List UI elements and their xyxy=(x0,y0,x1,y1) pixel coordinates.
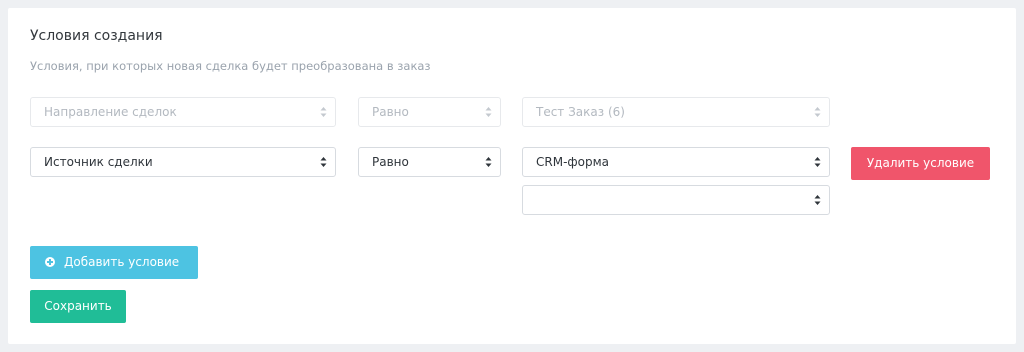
add-condition-label: Добавить условие xyxy=(64,255,180,269)
section-title: Условия создания xyxy=(30,28,163,44)
select-value: Равно xyxy=(372,155,409,169)
sort-arrows-icon xyxy=(814,156,821,168)
sort-arrows-icon xyxy=(814,194,821,206)
delete-condition-button[interactable]: Удалить условие xyxy=(851,147,990,180)
sort-arrows-icon xyxy=(814,106,821,118)
add-condition-button[interactable]: Добавить условие xyxy=(30,246,198,279)
condition-2-field-select[interactable]: Источник сделки xyxy=(30,147,336,177)
select-value: Равно xyxy=(372,105,409,119)
select-value: Направление сделок xyxy=(44,105,177,119)
condition-1-field-select: Направление сделок xyxy=(30,97,336,127)
condition-2-extra-value-select[interactable] xyxy=(522,185,830,215)
sort-arrows-icon xyxy=(320,106,327,118)
sort-arrows-icon xyxy=(485,156,492,168)
condition-2-value-select[interactable]: CRM-форма xyxy=(522,147,830,177)
plus-circle-icon xyxy=(45,257,55,267)
save-button[interactable]: Сохранить xyxy=(30,290,126,323)
condition-2-operator-select[interactable]: Равно xyxy=(358,147,501,177)
sort-arrows-icon xyxy=(485,106,492,118)
condition-1-value-select: Тест Заказ (6) xyxy=(522,97,830,127)
sort-arrows-icon xyxy=(320,156,327,168)
section-subtitle: Условия, при которых новая сделка будет … xyxy=(30,59,431,73)
creation-conditions-card: Условия создания Условия, при которых но… xyxy=(8,8,1016,344)
select-value: CRM-форма xyxy=(536,155,610,169)
select-value: Тест Заказ (6) xyxy=(536,105,625,119)
condition-1-operator-select: Равно xyxy=(358,97,501,127)
select-value: Источник сделки xyxy=(44,155,153,169)
